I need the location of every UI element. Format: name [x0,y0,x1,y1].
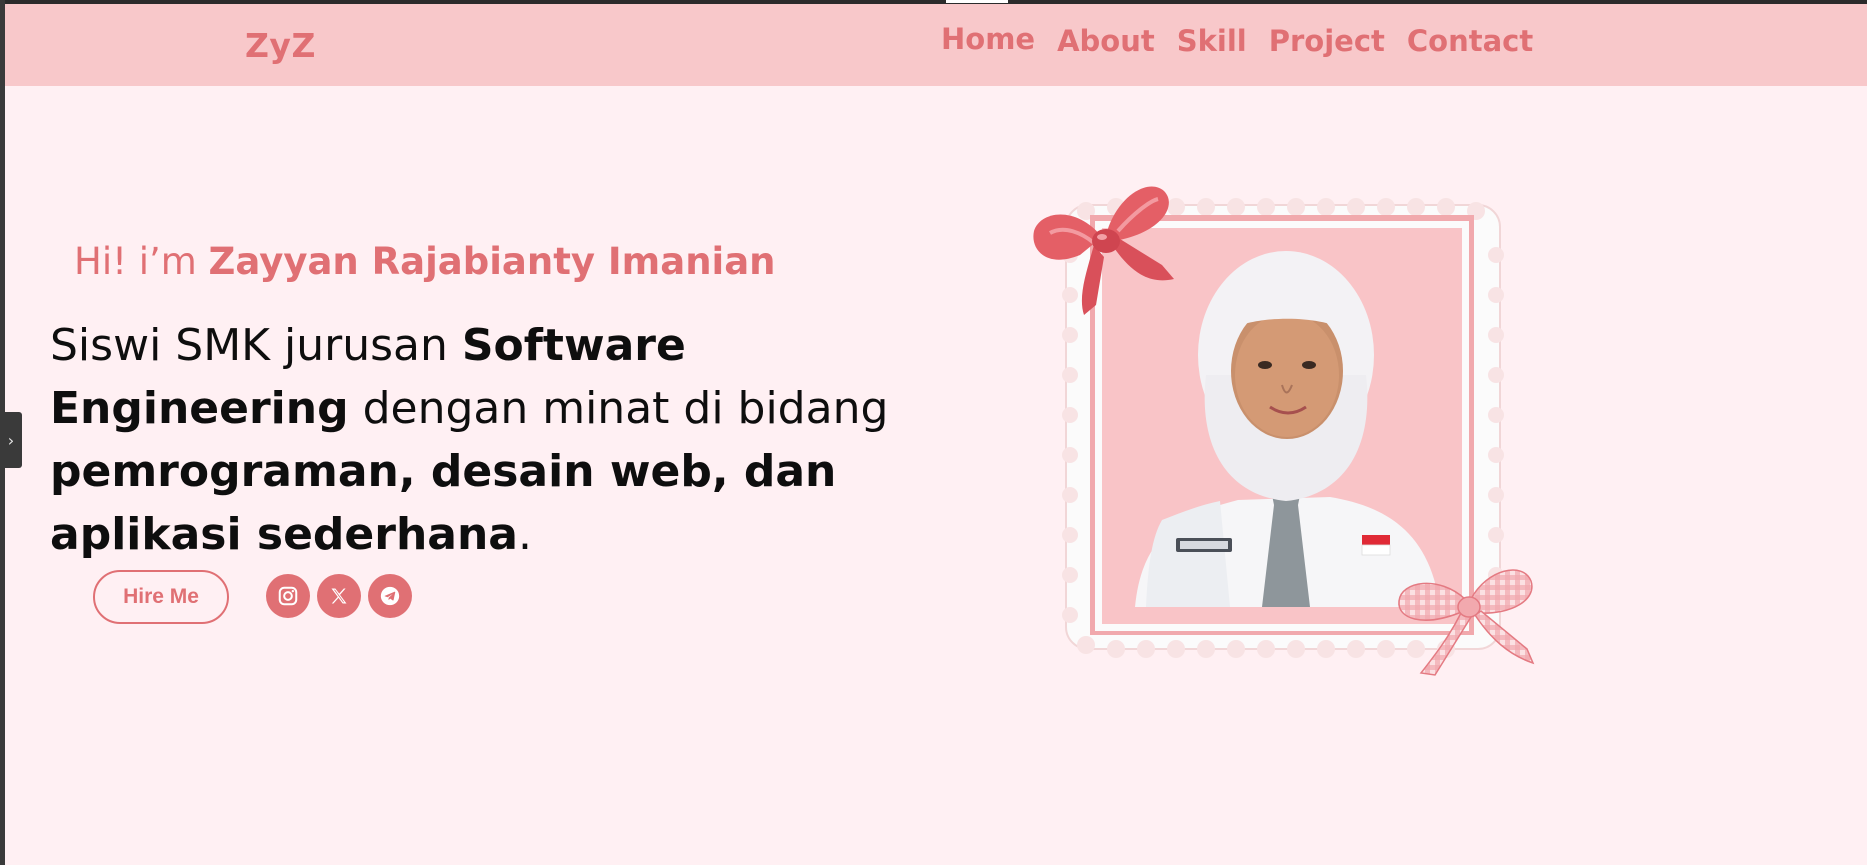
nav-link-home[interactable]: Home [941,22,1035,56]
x-icon [331,588,347,604]
gingham-bow-decoration [1398,569,1535,676]
telegram-icon [380,586,400,606]
side-panel-toggle[interactable]: › [0,412,22,468]
nav-link-skill[interactable]: Skill [1177,24,1247,58]
greeting-prefix: Hi! i’m [74,240,209,283]
hire-me-button[interactable]: Hire Me [93,570,229,624]
telegram-link[interactable] [368,574,412,618]
navbar: ZyZ Home About Skill Project Contact [5,4,1867,86]
desc-part-5: . [518,509,532,560]
profile-photo-frame [1030,175,1540,685]
main-nav: Home About Skill Project Contact [941,22,1555,58]
nav-link-contact[interactable]: Contact [1407,24,1533,58]
hero-description: Siswi SMK jurusan Software Engineering d… [50,314,910,566]
greeting-name: Zayyan Rajabianty Imanian [208,240,776,283]
red-bow-decoration [1033,186,1174,315]
active-tab-indicator [946,0,1008,3]
nav-link-project[interactable]: Project [1269,24,1385,58]
chevron-right-icon: › [7,430,15,450]
x-link[interactable] [317,574,361,618]
desc-part-3: dengan minat di bidang [348,383,889,434]
instagram-link[interactable] [266,574,310,618]
desc-part-4: pemrograman, desain web, dan aplikasi se… [50,446,837,560]
social-links [266,574,412,618]
site-logo[interactable]: ZyZ [245,26,316,65]
desc-part-1: Siswi SMK jurusan [50,320,462,371]
instagram-icon [278,586,298,606]
nav-link-about[interactable]: About [1057,24,1155,58]
hero-greeting: Hi! i’m Zayyan Rajabianty Imanian [74,240,776,283]
